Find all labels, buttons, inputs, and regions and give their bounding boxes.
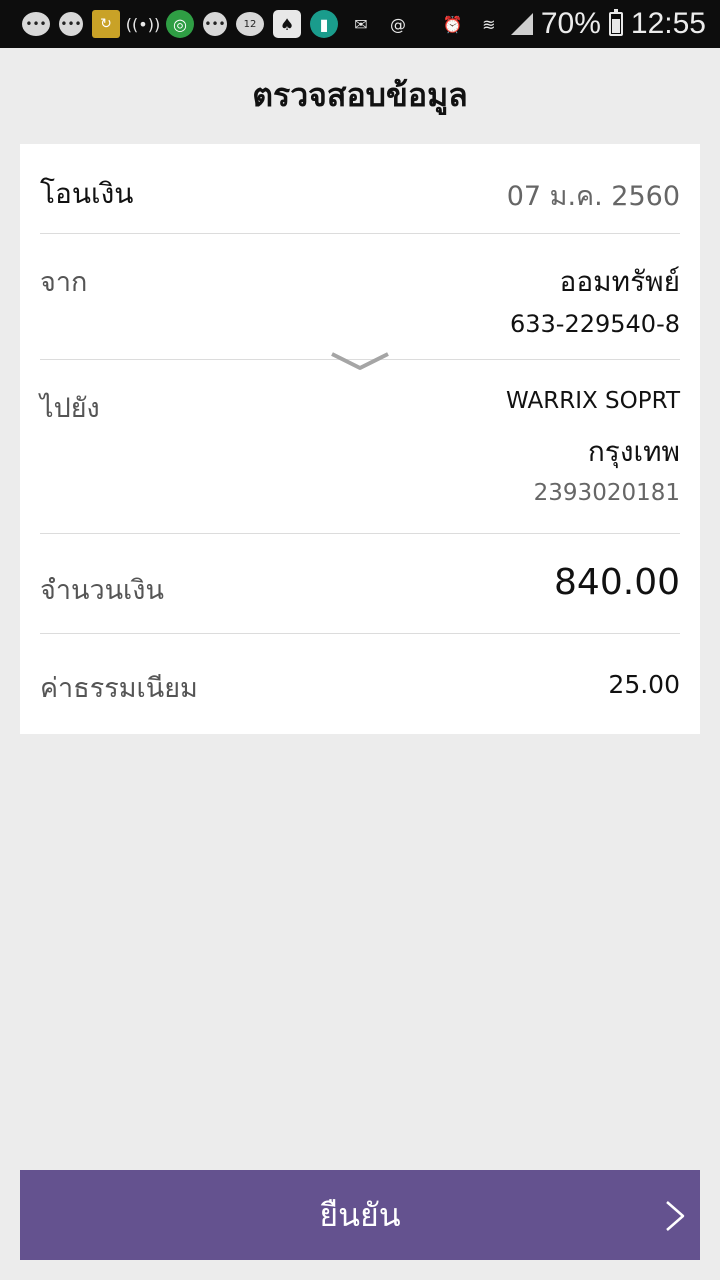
status-indicators: ⏰ ≋ 70% 12:55 [439, 7, 706, 41]
notification-icons: ••• ••• ↻ ((•)) ◎ ••• 12 ♠ ▮ ✉ @ [22, 10, 439, 38]
transaction-summary-card: โอนเงิน 07 ม.ค. 2560 จาก ออมทรัพย์ 633-2… [20, 144, 700, 734]
from-row: จาก ออมทรัพย์ 633-229540-8 [40, 256, 680, 346]
from-account-number: 633-229540-8 [509, 310, 680, 338]
chat-icon: ••• [22, 12, 50, 36]
gmail-icon: ✉ [354, 14, 368, 34]
wifi-icon: ≋ [482, 14, 496, 34]
fee-label: ค่าธรรมเนียม [40, 673, 198, 704]
signal-icon [510, 13, 533, 35]
calendar-icon: 12 [236, 12, 264, 36]
battery-percent: 70% [540, 7, 601, 40]
to-recipient-name: WARRIX SOPRT [506, 388, 680, 414]
chevron-down-icon[interactable] [330, 350, 390, 372]
divider [40, 233, 680, 234]
from-label: จาก [40, 267, 88, 298]
amount-label: จำนวนเงิน [40, 575, 164, 606]
hat-app-icon: ♠ [273, 10, 301, 38]
to-label: ไปยัง [40, 393, 100, 424]
compass-app-icon: ◎ [166, 10, 194, 38]
confirm-button[interactable]: ยืนยัน [20, 1170, 700, 1260]
fee-value: 25.00 [608, 670, 680, 699]
to-row: ไปยัง WARRIX SOPRT กรุงเทพ 2393020181 [40, 382, 680, 522]
divider [40, 633, 680, 634]
transfer-row: โอนเงิน 07 ม.ค. 2560 [40, 168, 680, 218]
status-bar: ••• ••• ↻ ((•)) ◎ ••• 12 ♠ ▮ ✉ @ ⏰ ≋ 70%… [0, 0, 720, 48]
confirm-button-label: ยืนยัน [319, 1195, 401, 1234]
message-icon: ••• [203, 12, 227, 36]
page-title: ตรวจสอบข้อมูล [252, 76, 468, 114]
refresh-app-icon: ↻ [92, 10, 120, 38]
wifi-hotspot-icon: ((•)) [125, 14, 161, 34]
amount-value: 840.00 [554, 562, 680, 603]
chevron-right-icon [666, 1201, 685, 1231]
amount-row: จำนวนเงิน 840.00 [40, 562, 680, 622]
battery-level [611, 19, 620, 33]
alarm-icon: ⏰ [442, 14, 463, 34]
fee-row: ค่าธรรมเนียม 25.00 [40, 666, 680, 710]
chat-bubble-icon: ••• [59, 12, 83, 36]
trash-app-icon: ▮ [310, 10, 338, 38]
from-account-name: ออมทรัพย์ [559, 265, 680, 298]
transfer-date: 07 ม.ค. 2560 [506, 181, 680, 212]
transfer-type-label: โอนเงิน [40, 177, 134, 210]
to-bank-name: กรุงเทพ [587, 435, 680, 468]
at-mail-icon: @ [390, 14, 406, 34]
clock: 12:55 [630, 7, 706, 40]
to-account-number: 2393020181 [533, 480, 680, 506]
divider [40, 533, 680, 534]
battery-icon [608, 9, 623, 36]
